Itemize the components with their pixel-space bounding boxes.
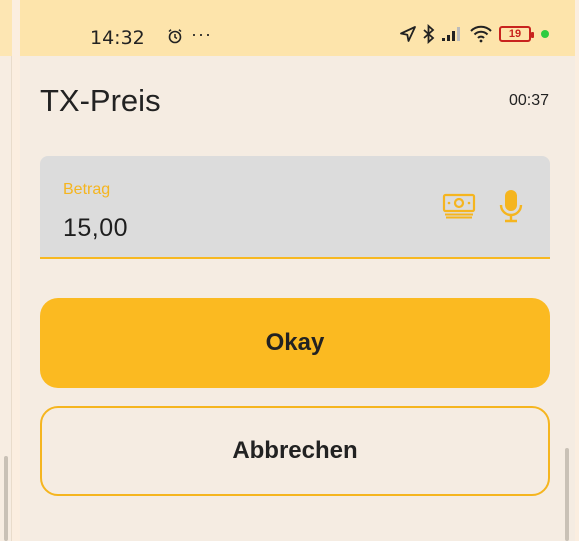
battery-icon: 19 bbox=[499, 26, 534, 42]
status-dot-icon bbox=[541, 30, 549, 38]
battery-level: 19 bbox=[508, 28, 522, 40]
money-icon[interactable] bbox=[442, 193, 476, 224]
status-time: 14:32 bbox=[90, 27, 145, 49]
background-scrollbar bbox=[4, 456, 8, 541]
status-more-dots: ··· bbox=[191, 24, 212, 44]
wifi-icon bbox=[469, 24, 493, 44]
okay-button[interactable]: Okay bbox=[40, 298, 550, 388]
phone-screen: 14:32 ··· 19 TX-Preis 00:37 Betrag 15,00… bbox=[20, 0, 575, 541]
status-bar: 14:32 ··· 19 bbox=[20, 0, 575, 56]
amount-field[interactable]: Betrag 15,00 bbox=[40, 156, 550, 259]
microphone-icon[interactable] bbox=[498, 188, 524, 229]
signal-icon bbox=[441, 24, 463, 44]
background-app-strip bbox=[0, 0, 12, 541]
amount-field-label: Betrag bbox=[63, 181, 111, 198]
cancel-button[interactable]: Abbrechen bbox=[40, 406, 550, 496]
dialog-title: TX-Preis bbox=[40, 83, 161, 118]
dialog-timer: 00:37 bbox=[508, 92, 549, 109]
status-icons-group: 19 bbox=[399, 24, 549, 44]
navigation-icon bbox=[399, 24, 417, 44]
bluetooth-icon bbox=[423, 24, 435, 44]
amount-field-value[interactable]: 15,00 bbox=[63, 214, 128, 243]
background-status-strip bbox=[0, 0, 12, 56]
alarm-icon bbox=[167, 28, 183, 49]
scrollbar[interactable] bbox=[565, 448, 569, 541]
